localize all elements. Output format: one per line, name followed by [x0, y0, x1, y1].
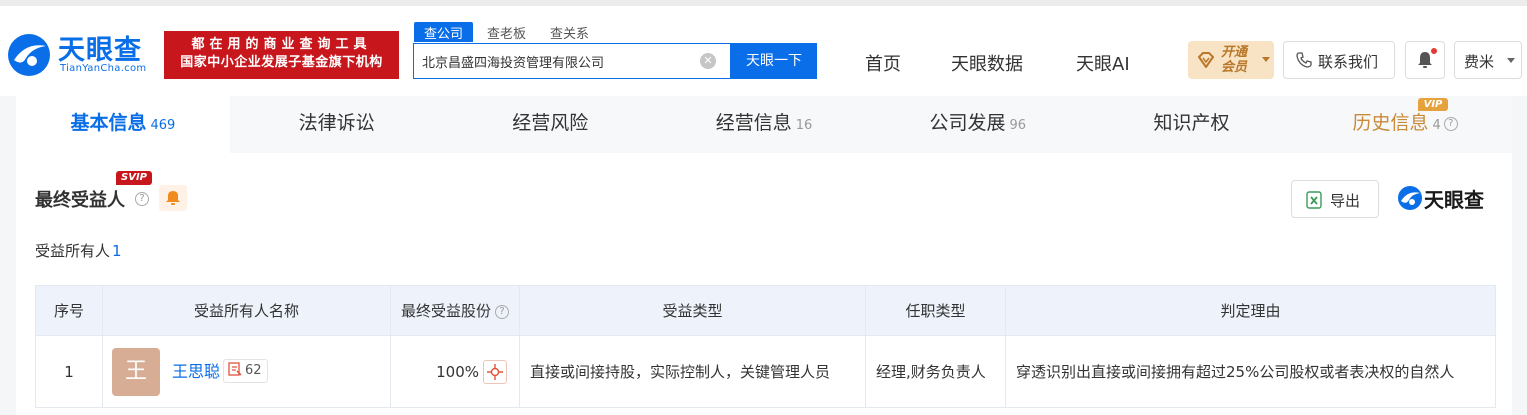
slogan-banner: 都在用的商业查询工具 国家中小企业发展子基金旗下机构 — [164, 31, 399, 79]
document-icon — [228, 362, 242, 376]
col-position: 任职类型 — [865, 285, 1006, 336]
tab-development[interactable]: 公司发展 96 — [871, 96, 1085, 153]
tab-history[interactable]: 历史信息 4? — [1298, 96, 1512, 153]
related-companies-badge[interactable]: 62 — [223, 359, 268, 383]
search-type-tabs: 查公司 查老板 查关系 — [414, 22, 603, 42]
col-reason: 判定理由 — [1005, 285, 1496, 336]
logo-subtitle: TianYanCha.com — [60, 63, 147, 74]
nav-home[interactable]: 首页 — [865, 50, 901, 76]
search-button[interactable]: 天眼一下 — [731, 43, 817, 79]
clear-icon[interactable]: ✕ — [700, 53, 716, 69]
help-icon[interactable]: ? — [495, 304, 509, 319]
export-label: 导出 — [1330, 192, 1361, 210]
diamond-icon — [1198, 52, 1214, 68]
tab-legal[interactable]: 法律诉讼 — [230, 96, 444, 153]
tianyancha-logo-icon[interactable] — [6, 32, 52, 78]
nav-data[interactable]: 天眼数据 — [951, 50, 1023, 76]
beneficiary-table: 序号 受益所有人名称 最终受益股份? 受益类型 任职类型 判定理由 1 王 王思… — [35, 285, 1496, 408]
tab-count: 469 — [150, 118, 176, 133]
owner-count: 受益所有人 1 — [35, 240, 122, 261]
slogan-line-1: 都在用的商业查询工具 — [191, 37, 372, 52]
user-name: 费米 — [1464, 53, 1495, 71]
notification-button[interactable] — [1405, 41, 1445, 79]
contact-us-button[interactable]: 联系我们 — [1283, 41, 1395, 79]
vip-label-line-1: 开通 — [1221, 45, 1248, 60]
slogan-line-2: 国家中小企业发展子基金旗下机构 — [180, 55, 383, 70]
tab-business-info[interactable]: 经营信息 16 — [657, 96, 871, 153]
bell-icon — [166, 191, 180, 205]
equity-chart-button[interactable] — [483, 360, 507, 384]
tab-label: 经营风险 — [512, 112, 589, 134]
chevron-down-icon — [1507, 58, 1515, 63]
col-index: 序号 — [35, 285, 103, 336]
bell-icon — [1418, 52, 1432, 68]
search-tab-company[interactable]: 查公司 — [414, 22, 474, 42]
monitor-button[interactable] — [159, 185, 187, 211]
tab-basic-info[interactable]: 基本信息 469 — [16, 96, 230, 153]
main-content: 基本信息 469 法律诉讼 经营风险 经营信息 16 公司发展 96 知识产权 历史信… — [16, 96, 1512, 415]
company-tabs: 基本信息 469 法律诉讼 经营风险 经营信息 16 公司发展 96 知识产权 历史信… — [16, 96, 1512, 153]
tab-ip[interactable]: 知识产权 — [1085, 96, 1299, 153]
share-value: 100% — [436, 362, 479, 381]
col-benefit-type: 受益类型 — [519, 285, 866, 336]
owner-cell: 王 王思聪 62 — [102, 335, 391, 408]
tab-label: 公司发展 — [929, 112, 1006, 134]
vip-label-line-2: 会员 — [1221, 60, 1248, 75]
equity-chart-icon — [487, 364, 503, 380]
row-index: 1 — [35, 335, 103, 408]
tab-count: 4 — [1432, 118, 1441, 133]
help-icon[interactable]: ? — [135, 192, 149, 206]
phone-icon — [1296, 52, 1312, 68]
notification-dot — [1431, 48, 1437, 54]
search-input[interactable] — [422, 44, 698, 78]
section-title: 最终受益人 — [35, 190, 125, 211]
position-cell: 经理,财务负责人 — [865, 335, 1006, 408]
share-cell: 100% — [390, 335, 520, 408]
tianyancha-brand-icon — [1398, 186, 1422, 210]
help-icon[interactable]: ? — [1443, 116, 1458, 131]
col-owner-name: 受益所有人名称 — [102, 285, 391, 336]
benefit-type-cell: 直接或间接持股，实际控制人，关键管理人员 — [519, 335, 866, 408]
top-header: 天眼查 TianYanCha.com 都在用的商业查询工具 国家中小企业发展子基… — [0, 0, 1527, 96]
search-box: ✕ — [413, 43, 731, 79]
logo-text[interactable]: 天眼查 — [58, 28, 142, 67]
vip-label: 开通 会员 — [1221, 45, 1247, 75]
tab-label: 基本信息 — [70, 112, 147, 134]
related-companies-count: 62 — [245, 363, 262, 378]
tab-label: 经营信息 — [715, 112, 792, 134]
tab-risk[interactable]: 经营风险 — [443, 96, 657, 153]
owner-count-number: 1 — [112, 242, 122, 260]
table-row: 1 王 王思聪 62 100% 直接或间接持股，实际控制人，关键管理人员 经理,… — [35, 335, 1496, 408]
tab-label: 历史信息 — [1352, 112, 1429, 134]
chevron-down-icon — [1262, 57, 1270, 62]
svip-badge: SVIP — [116, 171, 152, 185]
search-tab-relation[interactable]: 查关系 — [540, 22, 599, 42]
brand-text: 天眼查 — [1424, 188, 1484, 212]
table-header-row: 序号 受益所有人名称 最终受益股份? 受益类型 任职类型 判定理由 — [35, 285, 1496, 336]
search-tab-boss[interactable]: 查老板 — [477, 22, 536, 42]
reason-cell: 穿透识别出直接或间接拥有超过25%公司股权或者表决权的自然人 — [1005, 335, 1496, 408]
export-button[interactable]: 导出 — [1291, 180, 1379, 218]
avatar[interactable]: 王 — [112, 348, 160, 396]
col-share: 最终受益股份? — [390, 285, 520, 336]
nav-ai[interactable]: 天眼AI — [1076, 50, 1130, 76]
open-vip-button[interactable]: 开通 会员 — [1188, 41, 1274, 79]
tab-label: 知识产权 — [1153, 112, 1230, 134]
owner-count-label: 受益所有人 — [35, 242, 111, 260]
tab-label: 法律诉讼 — [298, 112, 375, 134]
tab-count: 16 — [795, 118, 813, 133]
user-menu-button[interactable]: 费米 — [1454, 41, 1522, 79]
vip-badge: VIP — [1418, 98, 1448, 111]
tab-count: 96 — [1009, 118, 1027, 133]
owner-name-link[interactable]: 王思聪 — [172, 360, 220, 384]
contact-us-label: 联系我们 — [1318, 53, 1379, 71]
col-share-label: 最终受益股份 — [400, 302, 491, 320]
excel-icon — [1306, 191, 1322, 209]
